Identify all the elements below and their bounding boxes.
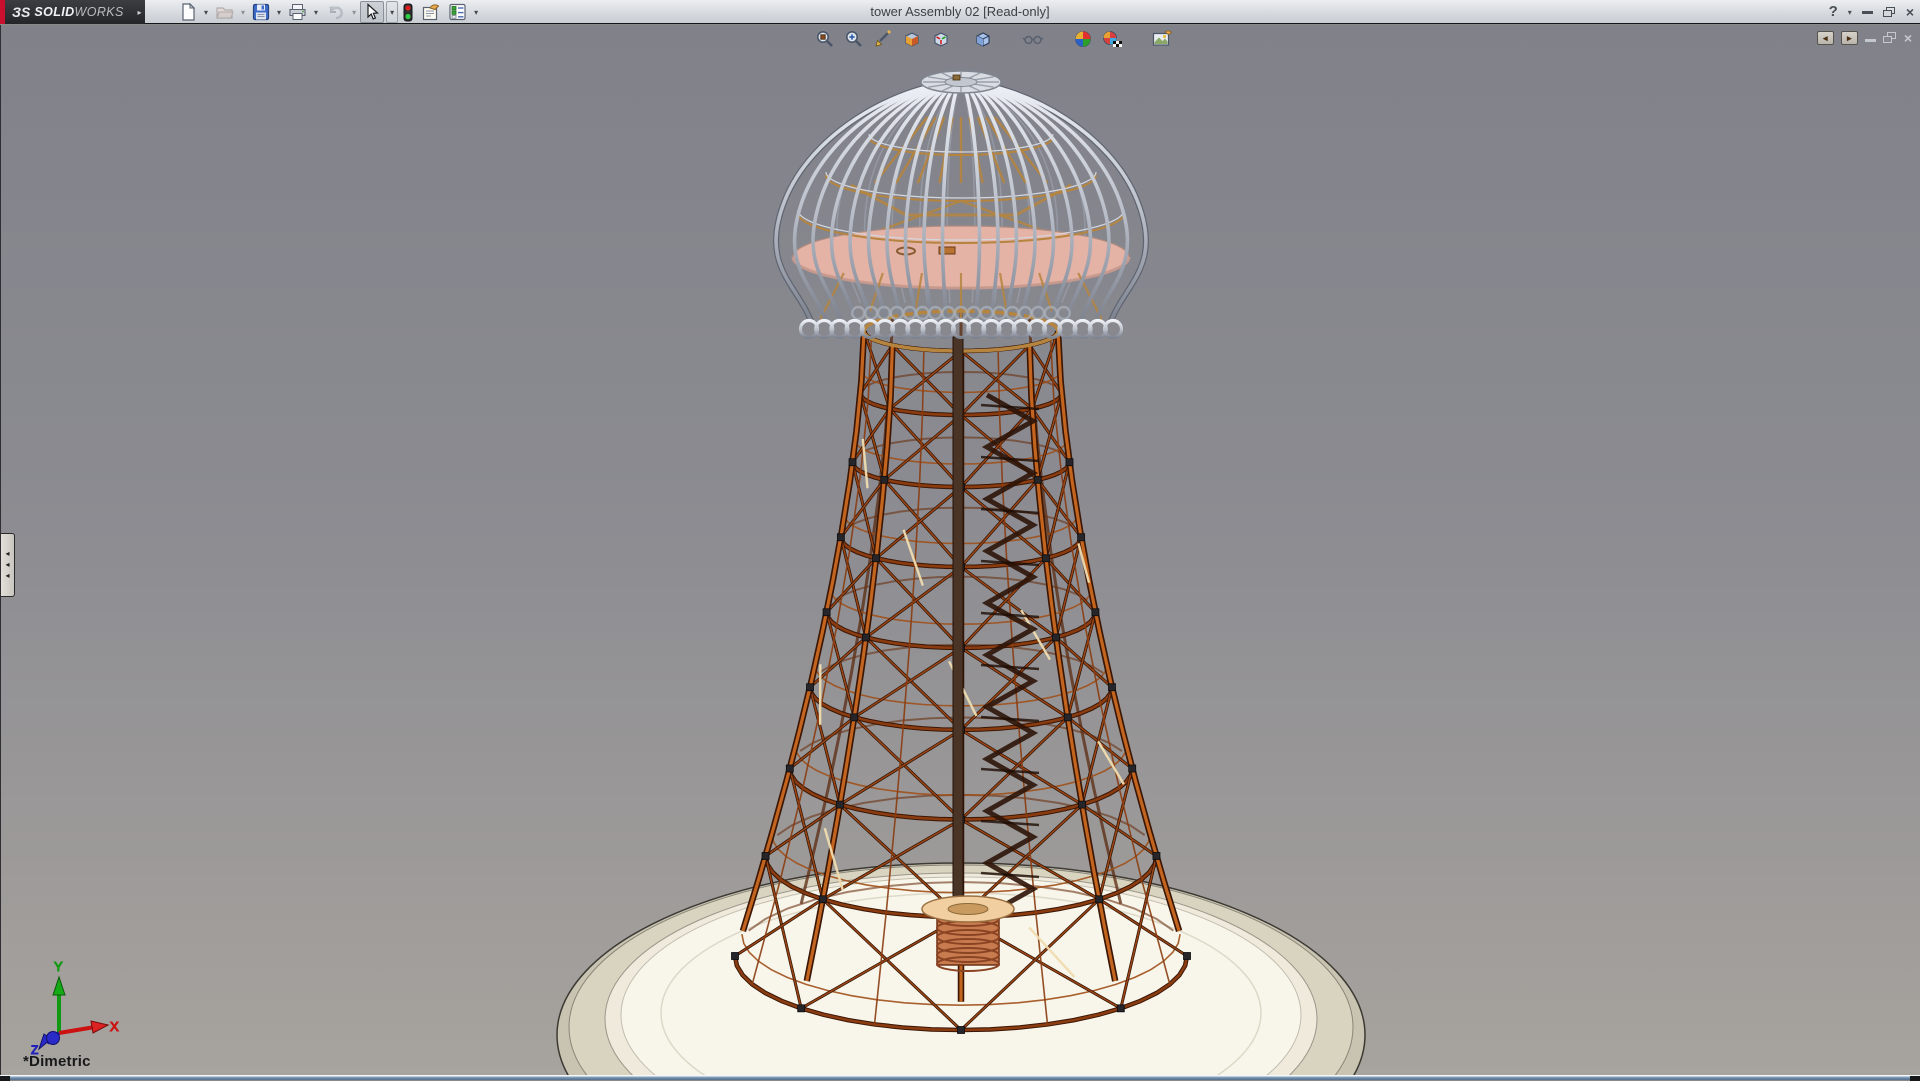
view-settings-button[interactable] [1150,27,1174,51]
graphics-viewport[interactable]: ◂ ▸ × ◂ ◂ ◂ Y X Z *Dimetric [0,25,1920,1075]
apply-scene-icon [1101,29,1123,49]
dome-group [776,71,1146,338]
next-document-icon[interactable]: ▸ [1841,31,1858,45]
document-minimize-icon[interactable] [1865,29,1876,47]
undo-dropdown-icon[interactable]: ▾ [349,1,359,23]
solidworks-wordmark: SOLIDWORKS [34,5,123,19]
logo-red-strip [0,0,5,24]
zoom-to-area-icon [844,29,864,49]
document-restore-icon[interactable] [1883,32,1897,44]
save-button[interactable] [249,1,273,23]
section-view-icon [902,29,922,49]
orientation-triad: Y X Z [13,955,123,1055]
previous-view-button[interactable] [871,27,895,51]
save-dropdown-icon[interactable]: ▾ [274,1,284,23]
open-button[interactable] [212,1,237,23]
document-window-controls: ◂ ▸ × [1817,29,1912,47]
checklist-button[interactable] [445,1,470,23]
triad-y-label: Y [54,959,63,974]
new-document-icon [179,3,197,21]
status-bar-edge [0,1075,1920,1080]
featuremanager-collapse-tab[interactable]: ◂ ◂ ◂ [1,533,15,597]
title-bar[interactable]: ЗS SOLIDWORKS ▸ ▾ ▾ [0,0,1920,24]
edit-appearance-icon [1073,29,1093,49]
hide-show-items-icon [1022,29,1044,49]
display-style-button[interactable] [971,27,995,51]
new-document-dropdown-icon[interactable]: ▾ [201,1,211,23]
window-title: tower Assembly 02 [Read-only] [870,0,1049,24]
annotation-note-icon [421,3,441,22]
print-icon [288,3,307,21]
traffic-light-button[interactable] [399,1,417,23]
tower-3d-model[interactable] [1,25,1920,1075]
hide-show-items-button[interactable] [1021,27,1045,51]
section-view-button[interactable] [900,27,924,51]
new-document-button[interactable] [176,1,200,23]
select-tool-button[interactable] [360,1,384,23]
previous-document-icon[interactable]: ◂ [1817,31,1834,45]
help-icon[interactable]: ? [1829,0,1838,24]
view-orientation-button[interactable] [929,27,953,51]
checklist-icon [448,3,467,21]
logo-expand-arrow-icon[interactable]: ▸ [134,0,145,24]
cursor-arrow-icon [363,3,381,21]
select-tool-dropdown-icon[interactable]: ▾ [386,1,398,23]
previous-view-icon [873,29,893,49]
checklist-dropdown-icon[interactable]: ▾ [471,1,481,23]
minimize-icon[interactable] [1862,3,1873,21]
restore-icon[interactable] [1883,7,1896,18]
view-orientation-icon [931,29,951,49]
traffic-light-icon [402,3,414,22]
open-icon [215,3,234,21]
help-dropdown-icon[interactable]: ▾ [1848,8,1852,17]
undo-button[interactable] [322,1,348,23]
collapse-arrow-icon: ◂ [5,572,9,580]
save-icon [252,3,270,21]
solidworks-logo-mark-icon: ЗS [12,4,30,20]
print-button[interactable] [285,1,310,23]
print-dropdown-icon[interactable]: ▾ [311,1,321,23]
zoom-to-fit-icon [815,29,835,49]
view-settings-icon [1151,29,1173,49]
collapse-arrow-icon: ◂ [5,561,9,569]
view-orientation-label: *Dimetric [23,1053,91,1070]
zoom-to-area-button[interactable] [842,27,866,51]
edit-appearance-button[interactable] [1071,27,1095,51]
zoom-to-fit-button[interactable] [813,27,837,51]
document-close-icon[interactable]: × [1904,30,1912,46]
collapse-arrow-icon: ◂ [5,550,9,558]
annotation-note-button[interactable] [418,1,444,23]
open-dropdown-icon[interactable]: ▾ [238,1,248,23]
close-icon[interactable]: × [1906,0,1914,24]
display-style-icon [973,29,993,49]
solidworks-logo: ЗS SOLIDWORKS ▸ [0,0,134,24]
headsup-view-toolbar [813,27,1174,51]
triad-x-label: X [110,1019,119,1034]
main-toolbar: ▾ ▾ ▾ [176,0,481,24]
apply-scene-button[interactable] [1100,27,1124,51]
titlebar-controls: ? ▾ × [1829,0,1914,24]
undo-icon [325,3,345,21]
